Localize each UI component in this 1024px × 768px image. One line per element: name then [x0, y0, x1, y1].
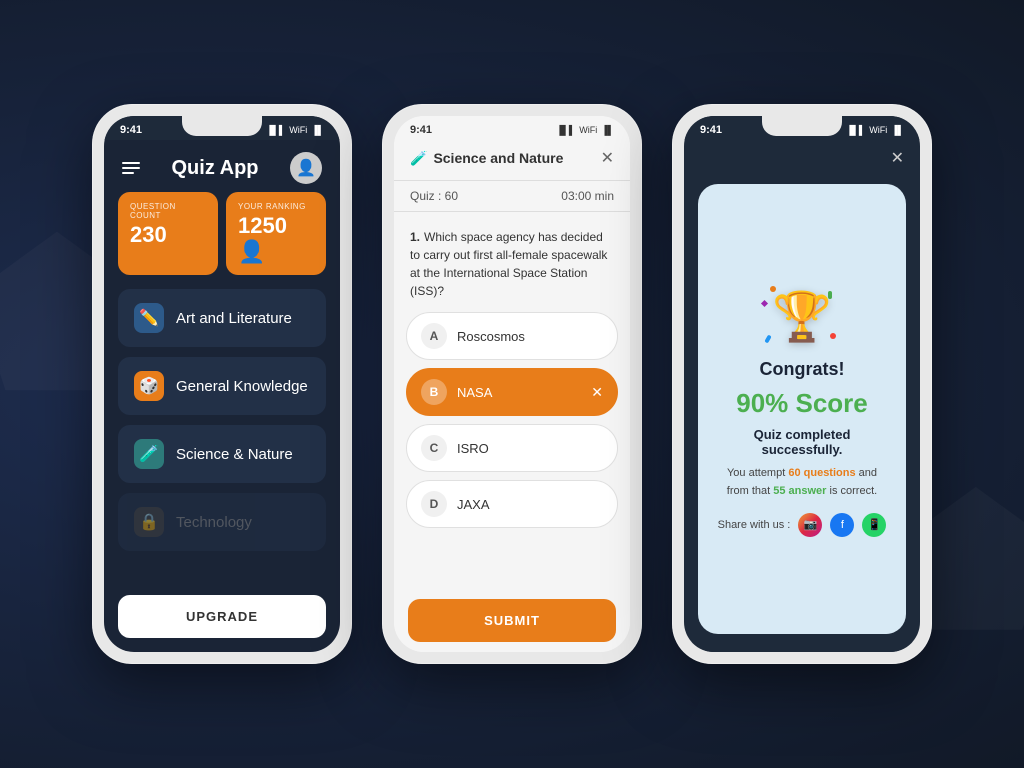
science-icon: 🧪 [134, 439, 164, 469]
score-text: 90% Score [736, 388, 868, 419]
option-a-letter: A [421, 323, 447, 349]
category-list: ✏️ Art and Literature 🎲 General Knowledg… [104, 289, 340, 581]
signal-icon: ▐▌▌ [266, 125, 285, 135]
category-technology: 🔒 Technology [118, 493, 326, 551]
quiz-header-left: 🧪 Science and Nature [410, 150, 563, 167]
share-row: Share with us : 📷 f 📱 [718, 513, 887, 537]
congrats-text: Congrats! [760, 359, 845, 380]
status-icons-1: ▐▌▌ WiFi ▐▌ [266, 125, 324, 135]
quiz-count: Quiz : 60 [410, 189, 458, 203]
ranking-label: Your Ranking [238, 202, 314, 211]
category-general-knowledge[interactable]: 🎲 General Knowledge [118, 357, 326, 415]
wifi-icon-2: WiFi [579, 125, 597, 135]
quiz-category-title: Science and Nature [433, 150, 563, 166]
category-science-nature[interactable]: 🧪 Science & Nature [118, 425, 326, 483]
option-c-letter: C [421, 435, 447, 461]
phone-2: 9:41 ▐▌▌ WiFi ▐▌ 🧪 Science and Nature ✕ … [382, 104, 642, 664]
wifi-icon: WiFi [289, 125, 307, 135]
question-number: 1. [410, 230, 420, 244]
quiz-meta: Quiz : 60 03:00 min [394, 180, 630, 212]
avatar[interactable]: 👤 [290, 152, 322, 184]
wifi-icon-3: WiFi [869, 125, 887, 135]
option-c-text: ISRO [457, 441, 489, 456]
app-title: Quiz App [171, 157, 258, 180]
phone-1: 9:41 ▐▌▌ WiFi ▐▌ Quiz App 👤 Question Cou… [92, 104, 352, 664]
science-category-name: Science & Nature [176, 446, 293, 463]
option-d-letter: D [421, 491, 447, 517]
attempt-description: You attempt 60 questions and from that 5… [727, 465, 877, 500]
hamburger-icon[interactable] [122, 162, 140, 174]
time-2: 9:41 [410, 124, 432, 136]
signal-icon-3: ▐▌▌ [846, 125, 865, 135]
notch-2 [472, 116, 552, 136]
share-label: Share with us : [718, 519, 791, 531]
option-a[interactable]: A Roscosmos [406, 312, 618, 360]
art-category-name: Art and Literature [176, 310, 292, 327]
app-header: Quiz App 👤 [104, 140, 340, 192]
result-header: ✕ [684, 140, 920, 176]
phone-3: 9:41 ▐▌▌ WiFi ▐▌ ✕ [672, 104, 932, 664]
quiz-timer: 03:00 min [561, 189, 614, 203]
option-b-text: NASA [457, 385, 492, 400]
phones-container: 9:41 ▐▌▌ WiFi ▐▌ Quiz App 👤 Question Cou… [92, 104, 932, 664]
knowledge-icon: 🎲 [134, 371, 164, 401]
trophy-area: 🏆 [762, 281, 842, 351]
stats-row: Question Count 230 Your Ranking 1250 👤 [104, 192, 340, 289]
battery-icon-3: ▐▌ [891, 125, 904, 135]
option-b[interactable]: B NASA ✕ [406, 368, 618, 416]
question-count-value: 230 [130, 222, 206, 248]
question-count-label: Question Count [130, 202, 206, 220]
ranking-box: Your Ranking 1250 👤 [226, 192, 326, 275]
notch-3 [762, 116, 842, 136]
option-c[interactable]: C ISRO [406, 424, 618, 472]
submit-button[interactable]: SUBMIT [408, 599, 616, 642]
upgrade-button[interactable]: UPGRADE [118, 595, 326, 638]
ranking-value: 1250 👤 [238, 213, 314, 265]
question-count-box: Question Count 230 [118, 192, 218, 275]
notch-1 [182, 116, 262, 136]
options-list: A Roscosmos B NASA ✕ C ISRO D JAXA [394, 312, 630, 585]
trophy-icon: 🏆 [772, 288, 832, 345]
whatsapp-button[interactable]: 📱 [862, 513, 886, 537]
flask-icon: 🧪 [410, 150, 427, 167]
result-card: 🏆 Congrats! 90% Score Quiz completed suc… [698, 184, 906, 634]
tech-category-name: Technology [176, 514, 252, 531]
status-icons-2: ▐▌▌ WiFi ▐▌ [556, 125, 614, 135]
instagram-button[interactable]: 📷 [798, 513, 822, 537]
signal-icon-2: ▐▌▌ [556, 125, 575, 135]
status-icons-3: ▐▌▌ WiFi ▐▌ [846, 125, 904, 135]
question-area: 1.Which space agency has decided to carr… [394, 220, 630, 312]
submit-area: SUBMIT [394, 585, 630, 652]
battery-icon: ▐▌ [311, 125, 324, 135]
success-text: Quiz completed successfully. [714, 427, 890, 457]
option-b-letter: B [421, 379, 447, 405]
quiz-header: 🧪 Science and Nature ✕ [394, 140, 630, 180]
option-d-text: JAXA [457, 497, 490, 512]
time-3: 9:41 [700, 124, 722, 136]
option-d[interactable]: D JAXA [406, 480, 618, 528]
close-button-2[interactable]: ✕ [601, 148, 614, 168]
category-art-literature[interactable]: ✏️ Art and Literature [118, 289, 326, 347]
battery-icon-2: ▐▌ [601, 125, 614, 135]
option-b-deselect[interactable]: ✕ [591, 384, 603, 401]
knowledge-category-name: General Knowledge [176, 378, 308, 395]
lock-icon: 🔒 [134, 507, 164, 537]
question-text: 1.Which space agency has decided to carr… [410, 228, 614, 300]
time-1: 9:41 [120, 124, 142, 136]
option-a-text: Roscosmos [457, 329, 525, 344]
close-button-3[interactable]: ✕ [891, 148, 904, 168]
facebook-button[interactable]: f [830, 513, 854, 537]
art-icon: ✏️ [134, 303, 164, 333]
